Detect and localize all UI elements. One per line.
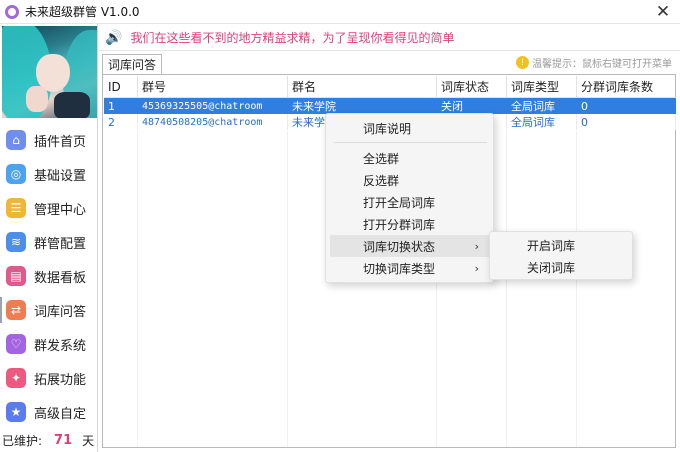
sidebar-nav: ⌂ 插件首页 ◎ 基础设置 ☰ 管理中心 ≋ 群管配置 ▤ 数据看板 ⇄ 词库问… [0, 123, 97, 429]
sidebar-item-label: 插件首页 [34, 134, 87, 150]
sidebar-item-group-config[interactable]: ≋ 群管配置 [0, 225, 97, 259]
sidebar-item-label: 群发系统 [34, 338, 87, 354]
menu-item-switch-type[interactable]: 切换词库类型 › [330, 257, 491, 279]
sidebar-item-advanced[interactable]: ★ 高级自定 [0, 395, 97, 429]
submenu-item-enable[interactable]: 开启词库 [494, 234, 630, 256]
cell-status: 关闭 [437, 98, 507, 114]
hint-text: 温馨提示：鼠标右键可打开菜单 [532, 59, 672, 70]
sidebar: ⌂ 插件首页 ◎ 基础设置 ☰ 管理中心 ≋ 群管配置 ▤ 数据看板 ⇄ 词库问… [0, 24, 98, 452]
days-unit: 天 [82, 434, 95, 448]
sidebar-item-broadcast[interactable]: ♡ 群发系统 [0, 327, 97, 361]
cell-group-id: 45369325505@chatroom [138, 98, 288, 114]
menu-item-open-global-wordbank[interactable]: 打开全局词库 [330, 191, 491, 213]
maintained-label: 已维护: [2, 434, 43, 448]
column-header-count[interactable]: 分群词库条数 [577, 76, 676, 97]
sidebar-item-label: 数据看板 [34, 270, 87, 286]
context-menu: 词库说明 全选群 反选群 打开全局词库 打开分群词库 词库切换状态 › 切换词库… [325, 113, 494, 283]
sidebar-item-label: 基础设置 [34, 168, 87, 184]
chevron-right-icon: › [474, 261, 479, 275]
sidebar-item-label: 管理中心 [34, 202, 87, 218]
column-header-id[interactable]: ID [104, 76, 138, 97]
tab-row: 词库问答 ! 温馨提示：鼠标右键可打开菜单 [99, 52, 680, 74]
title-bar: 未来超级群管 V1.0.0 ✕ [0, 0, 680, 24]
tip-hint: ! 温馨提示：鼠标右键可打开菜单 [516, 55, 672, 70]
cell-type: 全局词库 [507, 114, 577, 130]
column-header-group-name[interactable]: 群名 [288, 76, 437, 97]
cell-id: 2 [104, 114, 138, 130]
cell-count: 0 [577, 114, 676, 130]
close-button[interactable]: ✕ [646, 0, 680, 24]
avatar-clothing [54, 92, 90, 118]
avatar [2, 26, 97, 118]
window-title: 未来超级群管 V1.0.0 [25, 5, 140, 19]
sidebar-item-label: 拓展功能 [34, 372, 87, 388]
sidebar-item-management[interactable]: ☰ 管理中心 [0, 191, 97, 225]
menu-item-toggle-status[interactable]: 词库切换状态 › [330, 235, 491, 257]
status-submenu: 开启词库 关闭词库 [489, 231, 633, 280]
sidebar-item-label: 高级自定 [34, 406, 87, 422]
send-icon: ♡ [6, 334, 26, 354]
cell-id: 1 [104, 98, 138, 114]
menu-item-open-group-wordbank[interactable]: 打开分群词库 [330, 213, 491, 235]
gear-icon: ◎ [6, 164, 26, 184]
notice-banner: 🔊 我们在这些看不到的地方精益求精，为了呈现你看得见的简单 [99, 25, 680, 51]
app-logo-icon [5, 4, 19, 19]
avatar-hand [26, 86, 48, 112]
chevron-right-icon: › [474, 239, 479, 253]
table-header: ID 群号 群名 词库状态 词库类型 分群词库条数 [104, 76, 676, 98]
tab-qa[interactable]: 词库问答 [102, 54, 162, 74]
maintenance-status: 已维护: 71 天 [2, 432, 94, 449]
cell-group-id: 48740508205@chatroom [138, 114, 288, 130]
puzzle-icon: ✦ [6, 368, 26, 388]
menu-item-label: 词库切换状态 [363, 239, 436, 254]
qa-icon: ⇄ [6, 300, 26, 320]
menu-item-invert-selection[interactable]: 反选群 [330, 169, 491, 191]
lightbulb-icon: ! [516, 56, 529, 69]
menu-item-wordbank-help[interactable]: 词库说明 [330, 117, 491, 139]
sidebar-item-label: 词库问答 [34, 304, 87, 320]
sidebar-item-home[interactable]: ⌂ 插件首页 [0, 123, 97, 157]
grid-line [137, 131, 138, 447]
menu-separator [334, 142, 487, 143]
table-row[interactable]: 1 45369325505@chatroom 未来学院 关闭 全局词库 0 [104, 98, 676, 114]
banner-text: 我们在这些看不到的地方精益求精，为了呈现你看得见的简单 [130, 31, 455, 45]
speaker-icon: 🔊 [105, 29, 123, 46]
sidebar-item-extensions[interactable]: ✦ 拓展功能 [0, 361, 97, 395]
submenu-item-disable[interactable]: 关闭词库 [494, 256, 630, 278]
menu-item-label: 切换词库类型 [363, 261, 436, 276]
star-icon: ★ [6, 402, 26, 422]
sidebar-item-basic-settings[interactable]: ◎ 基础设置 [0, 157, 97, 191]
cell-group-name: 未来学院 [288, 98, 437, 114]
maintained-days: 71 [54, 433, 73, 448]
column-header-type[interactable]: 词库类型 [507, 76, 577, 97]
sidebar-item-label: 群管配置 [34, 236, 87, 252]
sidebar-item-dashboard[interactable]: ▤ 数据看板 [0, 259, 97, 293]
sidebar-item-qa[interactable]: ⇄ 词库问答 [0, 293, 97, 327]
cell-type: 全局词库 [507, 98, 577, 114]
clipboard-icon: ☰ [6, 198, 26, 218]
column-header-group-id[interactable]: 群号 [138, 76, 288, 97]
layers-icon: ≋ [6, 232, 26, 252]
grid-line [506, 131, 507, 447]
chart-icon: ▤ [6, 266, 26, 286]
column-header-status[interactable]: 词库状态 [437, 76, 507, 97]
cell-count: 0 [577, 98, 676, 114]
grid-line [287, 131, 288, 447]
menu-item-select-all[interactable]: 全选群 [330, 147, 491, 169]
grid-line [576, 131, 577, 447]
house-icon: ⌂ [6, 130, 26, 150]
